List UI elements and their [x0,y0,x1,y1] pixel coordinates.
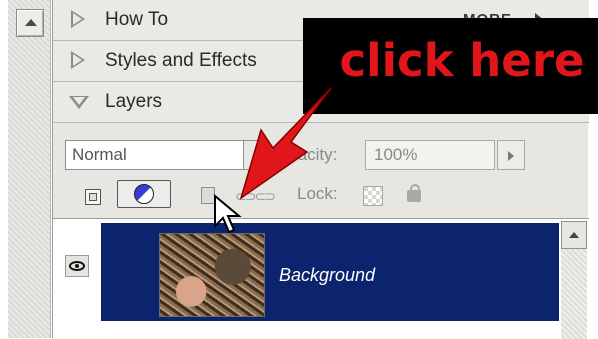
list-scroll-track[interactable] [561,249,587,339]
section-label: Styles and Effects [105,50,257,71]
section-label: Layers [105,91,163,112]
cursor-arrow-icon [214,194,242,234]
blend-mode-value: Normal [72,145,127,164]
layer-name[interactable]: Background [279,265,375,286]
palette-panel: How To MORE Styles and Effects Layers No… [52,0,598,339]
lock-all-icon[interactable] [407,184,421,202]
opacity-slider-button[interactable] [497,140,525,170]
opacity-input[interactable]: 100% [365,140,495,170]
left-scroll-strip [8,0,51,338]
new-set-icon[interactable] [85,189,101,205]
collapse-arrow-icon[interactable] [69,96,89,109]
arrow-up-icon [25,19,37,26]
section-label: How To [105,9,169,30]
arrow-right-icon [508,151,514,161]
eye-icon [69,261,85,271]
adjustment-layer-icon [134,184,154,204]
layers-list: Background [53,218,589,339]
new-adjustment-layer-button[interactable] [117,180,171,208]
layer-visibility-toggle[interactable] [65,255,89,277]
scroll-up-button[interactable] [16,9,44,37]
expand-arrow-icon[interactable] [71,51,85,69]
opacity-value: 100% [374,145,418,164]
layer-thumbnail[interactable] [159,233,265,317]
expand-arrow-icon[interactable] [71,10,85,28]
arrow-up-icon [569,232,579,238]
layer-row-background[interactable]: Background [101,223,574,321]
list-scroll-up-button[interactable] [561,221,587,249]
